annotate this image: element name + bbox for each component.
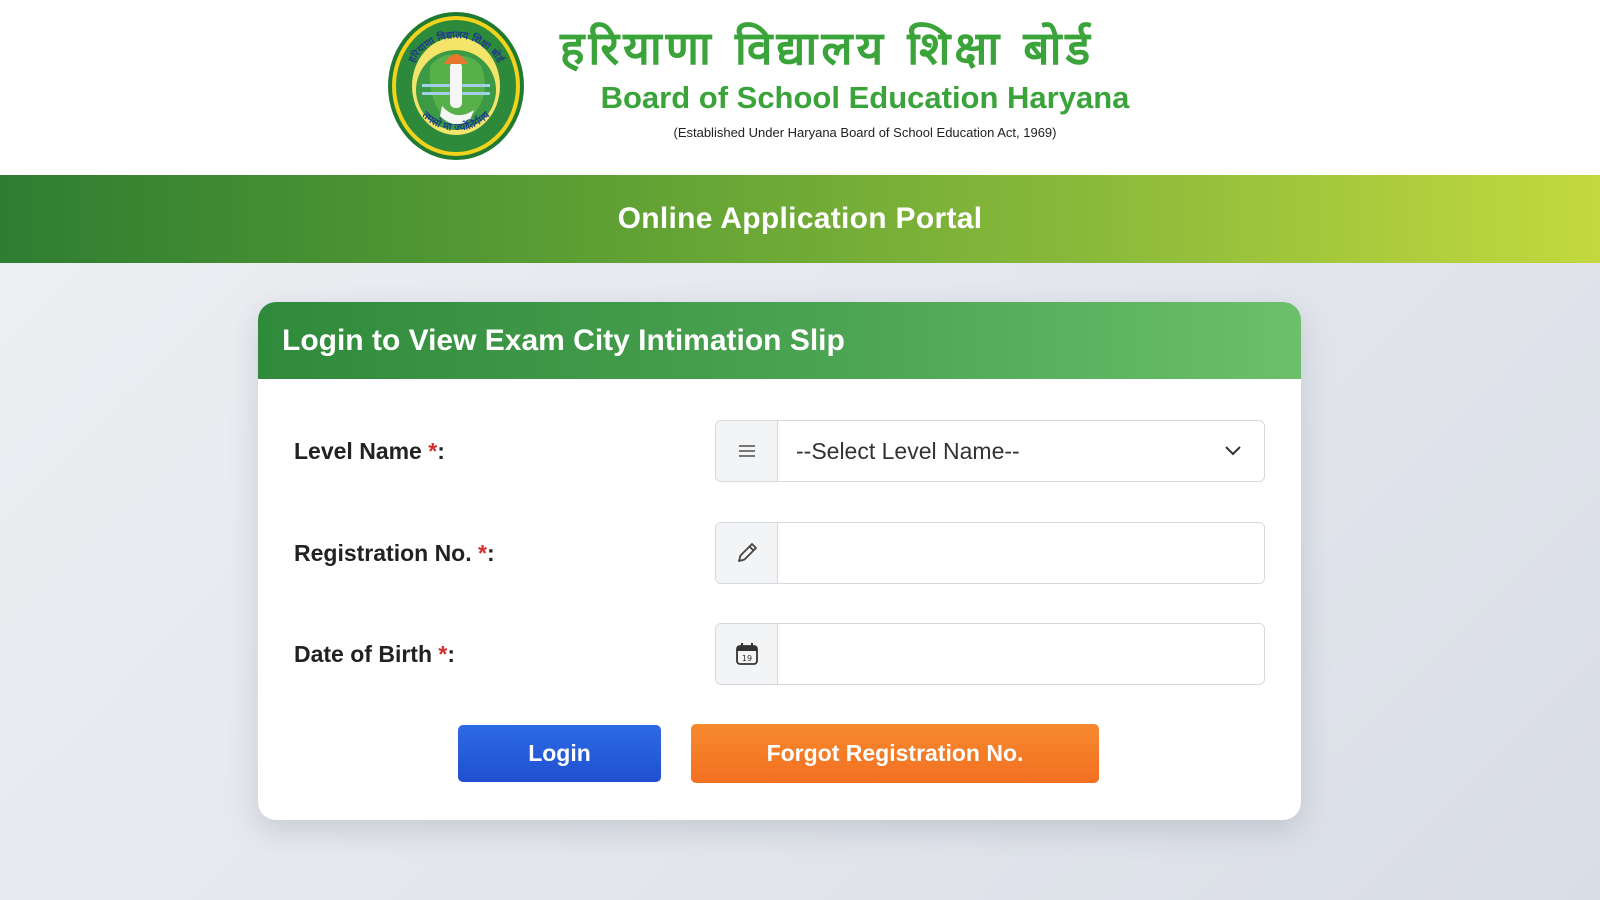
login-button[interactable]: Login (458, 725, 661, 782)
level-name-label: Level Name *: (294, 420, 445, 482)
level-name-selected-value: --Select Level Name-- (796, 437, 1020, 464)
registration-number-input[interactable] (778, 523, 1264, 583)
level-name-label-text: Level Name (294, 438, 429, 464)
login-card-title: Login to View Exam City Intimation Slip (282, 323, 845, 357)
label-colon: : (486, 540, 495, 566)
bseh-logo: हरियाणा विद्यालय शिक्षा बोर्ड तमसो मा ज्… (388, 12, 524, 160)
english-board-title: Board of School Education Haryana (600, 80, 1130, 115)
login-card-header: Login to View Exam City Intimation Slip (258, 302, 1301, 379)
dob-input-group: 19 (715, 623, 1265, 685)
hindi-board-title: हरियाणा विद्यालय शिक्षा बोर्ड (560, 21, 1095, 75)
required-mark: * (428, 438, 438, 464)
required-mark: * (478, 540, 487, 566)
calendar-icon[interactable]: 19 (716, 624, 778, 684)
dob-row: Date of Birth *: 19 (258, 623, 1301, 685)
registration-label: Registration No. *: (294, 522, 495, 584)
label-colon: : (437, 438, 445, 464)
registration-input-group (715, 522, 1265, 584)
list-icon (716, 421, 778, 481)
required-mark: * (438, 641, 448, 667)
level-name-row: Level Name *: --Select Level Name-- (258, 420, 1301, 482)
site-header: हरियाणा विद्यालय शिक्षा बोर्ड तमसो मा ज्… (0, 0, 1600, 175)
portal-title: Online Application Portal (617, 202, 983, 235)
dob-label-text: Date of Birth (294, 641, 439, 667)
login-card: Login to View Exam City Intimation Slip … (258, 302, 1301, 820)
dob-label: Date of Birth *: (294, 623, 455, 685)
date-of-birth-input[interactable] (778, 624, 1264, 684)
registration-label-text: Registration No. (294, 540, 479, 566)
label-colon: : (447, 641, 456, 667)
level-name-dropdown[interactable]: --Select Level Name-- (778, 421, 1264, 481)
chevron-down-icon (1225, 446, 1241, 456)
established-note: (Established Under Haryana Board of Scho… (673, 125, 1057, 140)
level-name-select[interactable]: --Select Level Name-- (715, 420, 1265, 482)
forgot-registration-button[interactable]: Forgot Registration No. (691, 724, 1099, 783)
portal-banner: Online Application Portal (0, 175, 1600, 263)
pencil-icon (716, 523, 778, 583)
registration-row: Registration No. *: (258, 522, 1301, 584)
calendar-day-number: 19 (741, 654, 751, 663)
